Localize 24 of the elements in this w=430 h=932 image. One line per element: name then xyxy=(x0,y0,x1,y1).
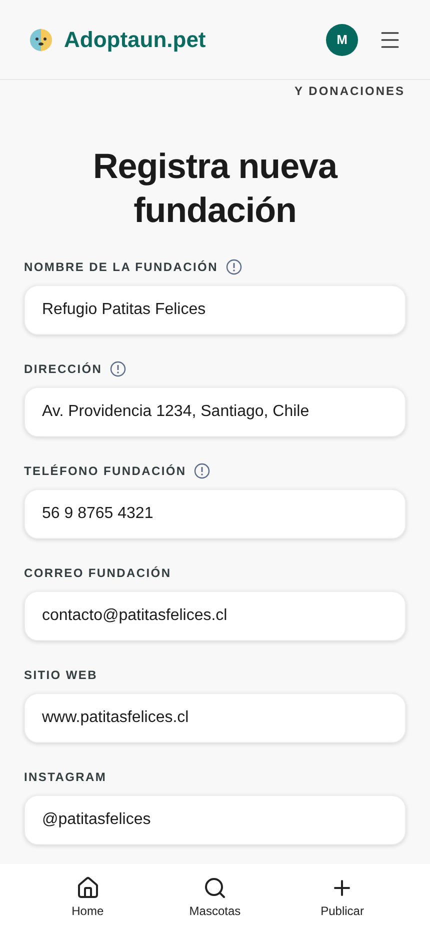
info-icon[interactable] xyxy=(194,463,210,479)
text-field[interactable]: 56 9 8765 4321 xyxy=(24,489,406,539)
info-icon[interactable] xyxy=(110,361,126,377)
text-field[interactable]: contacto@patitasfelices.cl xyxy=(24,591,406,641)
field-label: TELÉFONO FUNDACIÓN xyxy=(24,463,186,480)
avatar[interactable]: M xyxy=(326,24,358,56)
field-label: INSTAGRAM xyxy=(24,769,107,786)
field-label: SITIO WEB xyxy=(24,667,98,684)
page-title: Registra nueva fundación xyxy=(92,146,339,232)
nav-item[interactable]: Mascotas xyxy=(170,876,260,920)
field-label: DIRECCIÓN xyxy=(24,361,102,378)
breadcrumb-text[interactable]: Y DONACIONES xyxy=(294,82,405,100)
text-field[interactable]: Av. Providencia 1234, Santiago, Chile xyxy=(24,387,406,437)
text-field[interactable]: www.patitasfelices.cl xyxy=(24,693,406,743)
nav-item[interactable]: Publicar xyxy=(297,876,388,920)
brand-name[interactable]: Adoptaun.pet xyxy=(64,23,206,56)
text-field[interactable]: Refugio Patitas Felices xyxy=(24,285,406,335)
text-field[interactable]: @patitasfelices xyxy=(24,795,406,845)
home-icon xyxy=(76,876,100,900)
nav-item[interactable]: Home xyxy=(42,876,133,920)
field-label: NOMBRE DE LA FUNDACIÓN xyxy=(24,259,218,276)
field-label: CORREO FUNDACIÓN xyxy=(24,565,172,582)
search-icon xyxy=(202,876,227,900)
info-icon[interactable] xyxy=(226,259,242,275)
